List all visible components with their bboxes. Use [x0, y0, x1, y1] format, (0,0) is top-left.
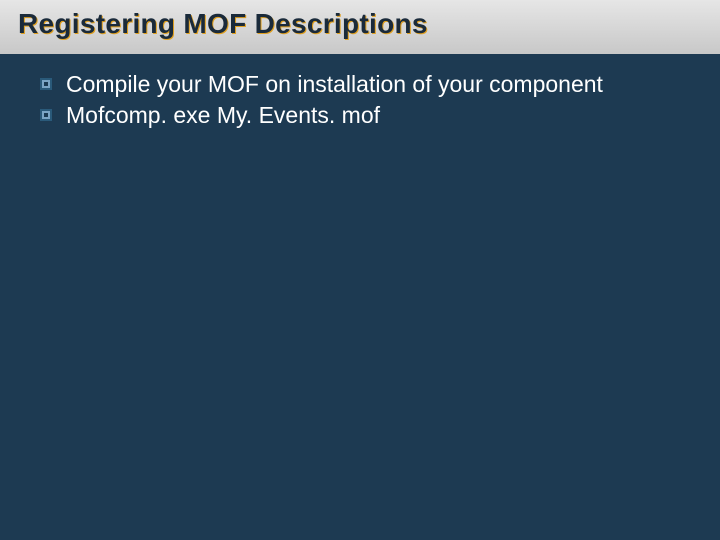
list-item: Compile your MOF on installation of your… [40, 70, 690, 99]
bullet-icon [40, 78, 52, 90]
slide-title: Registering MOF Descriptions [0, 0, 720, 54]
bullet-icon [40, 109, 52, 121]
list-item: Mofcomp. exe My. Events. mof [40, 101, 690, 130]
slide-content: Compile your MOF on installation of your… [0, 54, 720, 130]
bullet-text: Mofcomp. exe My. Events. mof [66, 101, 690, 130]
bullet-text: Compile your MOF on installation of your… [66, 70, 690, 99]
